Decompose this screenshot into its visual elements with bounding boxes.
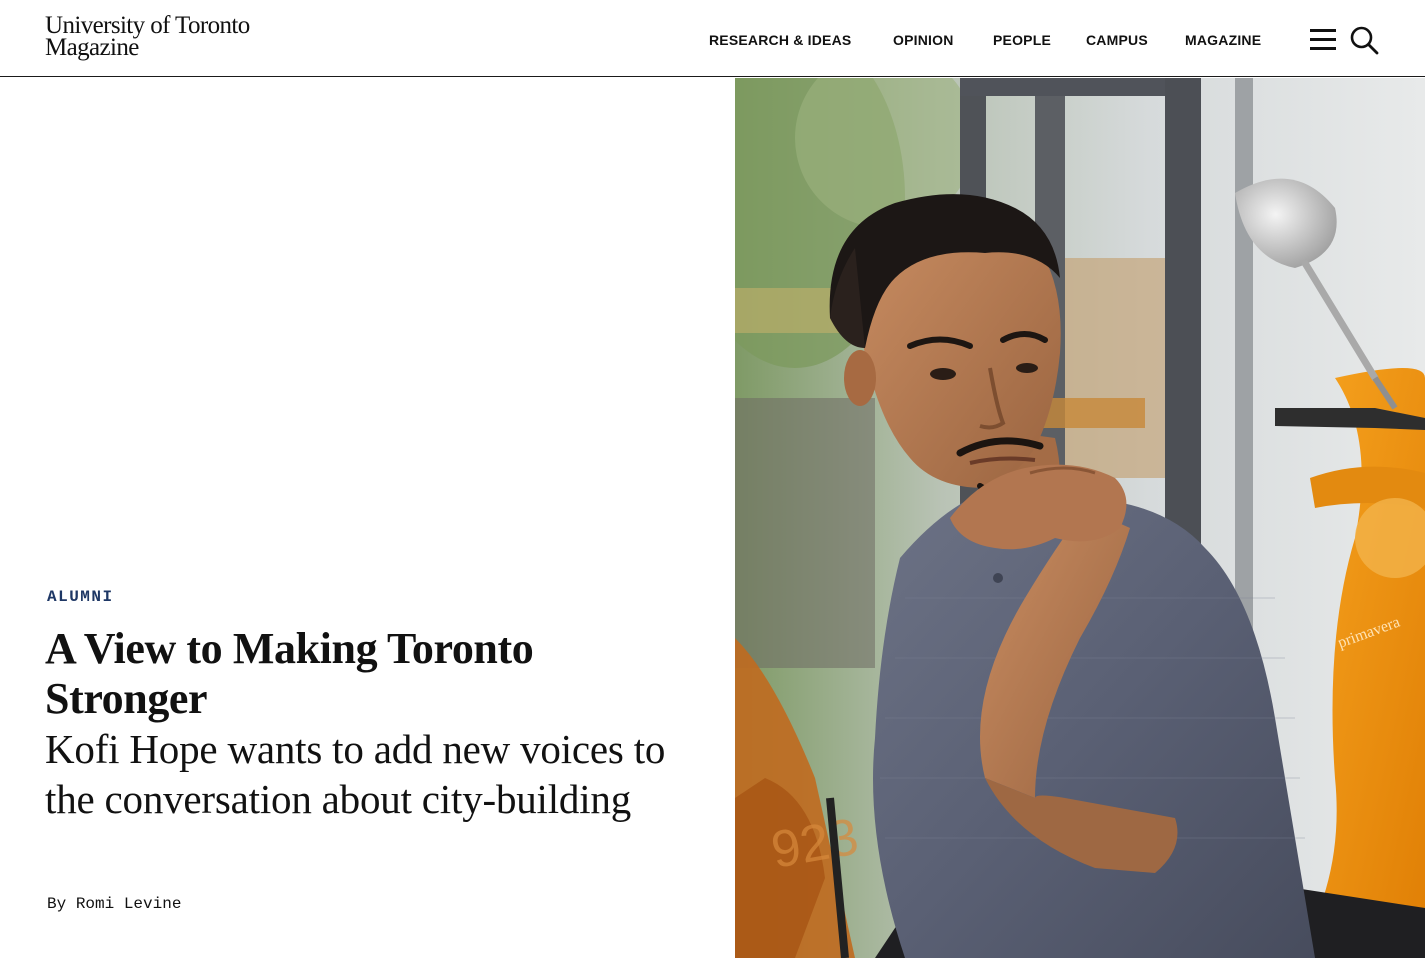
author-link[interactable]: Romi Levine	[76, 895, 182, 913]
site-header: University of Toronto Magazine RESEARCH …	[0, 0, 1425, 77]
article-dek: Kofi Hope wants to add new voices to the…	[45, 726, 666, 822]
category-link[interactable]: ALUMNI	[47, 588, 114, 606]
nav-people[interactable]: PEOPLE	[993, 32, 1051, 48]
menu-button[interactable]	[1309, 27, 1337, 51]
nav-opinion[interactable]: OPINION	[893, 32, 954, 48]
search-button[interactable]	[1349, 25, 1379, 55]
nav-magazine[interactable]: MAGAZINE	[1185, 32, 1261, 48]
nav-research-ideas[interactable]: RESEARCH & IDEAS	[709, 32, 851, 48]
hero-photo: 923 primavera	[735, 78, 1425, 958]
portrait-photo: 923 primavera	[735, 78, 1425, 958]
nav-campus[interactable]: CAMPUS	[1086, 32, 1148, 48]
main-navigation: RESEARCH & IDEAS OPINION PEOPLE CAMPUS M…	[0, 32, 1425, 52]
article-headline: A View to Making Toronto Stronger	[45, 624, 534, 723]
search-icon	[1350, 26, 1379, 55]
byline-prefix: By	[47, 895, 67, 913]
byline: By Romi Levine	[47, 895, 181, 913]
